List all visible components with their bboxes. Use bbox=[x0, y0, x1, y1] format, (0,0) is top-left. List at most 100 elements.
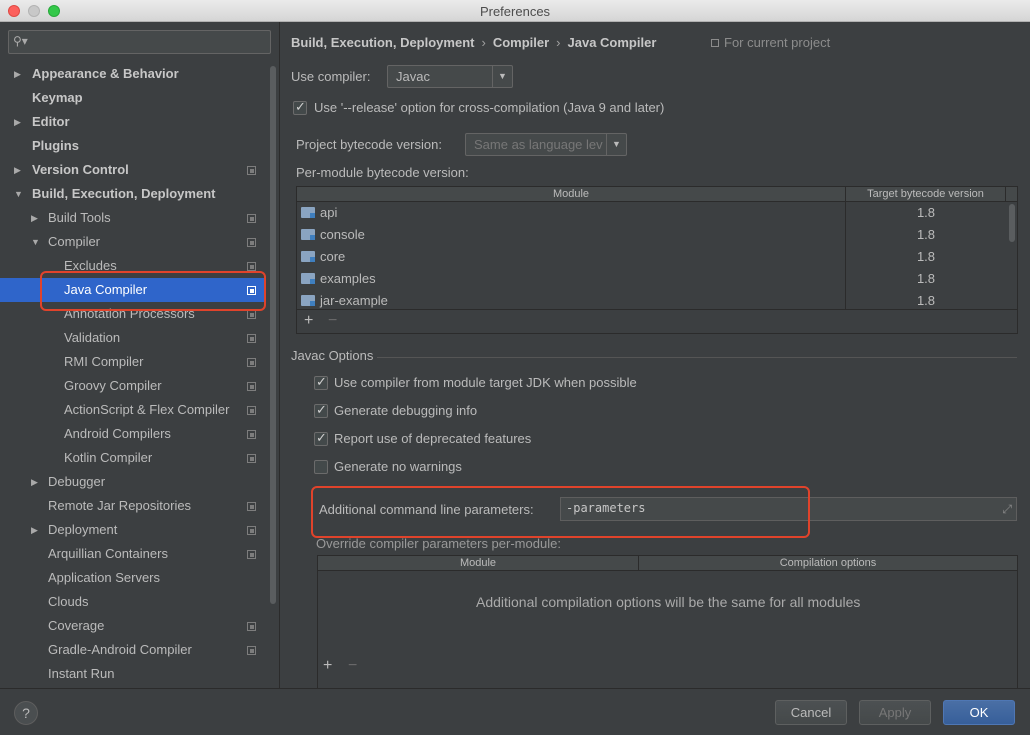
apply-button[interactable]: Apply bbox=[859, 700, 931, 725]
sidebar-item-label: Gradle-Android Compiler bbox=[48, 642, 192, 657]
sidebar-item-editor[interactable]: ▶ Editor bbox=[0, 110, 266, 134]
table-toolbar: + − bbox=[297, 309, 1017, 333]
project-scope-icon bbox=[247, 166, 256, 175]
module-name: api bbox=[320, 205, 338, 220]
sidebar-item-build-execution-deployment[interactable]: ▼ Build, Execution, Deployment bbox=[0, 182, 266, 206]
dialog-footer: ? Cancel Apply OK bbox=[0, 688, 1030, 735]
javac-options-title: Javac Options bbox=[291, 348, 374, 363]
remove-module-button[interactable]: − bbox=[328, 312, 337, 330]
project-scope-icon bbox=[247, 358, 256, 367]
target-version-cell[interactable]: 1.8 bbox=[846, 224, 1006, 246]
sidebar-item-build-tools[interactable]: ▶ Build Tools bbox=[0, 206, 266, 230]
column-header-module[interactable]: Module bbox=[318, 556, 639, 571]
target-version-cell[interactable]: 1.8 bbox=[846, 268, 1006, 290]
breadcrumb: Build, Execution, Deployment › Compiler › Ja… bbox=[291, 35, 656, 50]
sidebar-item-keymap[interactable]: Keymap bbox=[0, 86, 266, 110]
sidebar-item-label: ActionScript & Flex Compiler bbox=[64, 402, 230, 417]
sidebar-item-instant-run[interactable]: Instant Run bbox=[0, 662, 266, 686]
remove-override-button[interactable]: − bbox=[348, 657, 357, 675]
project-scope-icon bbox=[247, 382, 256, 391]
table-row[interactable]: core 1.8 bbox=[297, 246, 1006, 268]
settings-search-input[interactable] bbox=[33, 33, 263, 51]
collapsed-arrow-icon[interactable]: ▶ bbox=[31, 470, 41, 494]
collapsed-arrow-icon[interactable]: ▶ bbox=[31, 518, 41, 542]
module-name: core bbox=[320, 249, 346, 264]
settings-search-box[interactable]: ⚲▾ bbox=[8, 30, 271, 54]
no-warnings-checkbox[interactable] bbox=[314, 460, 328, 474]
cancel-button[interactable]: Cancel bbox=[775, 700, 847, 725]
sidebar-item-deployment[interactable]: ▶ Deployment bbox=[0, 518, 266, 542]
chevron-down-icon[interactable]: ▼ bbox=[492, 66, 512, 87]
sidebar-item-debugger[interactable]: ▶ Debugger bbox=[0, 470, 266, 494]
project-scope-icon bbox=[247, 526, 256, 535]
sidebar-item-groovy-compiler[interactable]: Groovy Compiler bbox=[0, 374, 266, 398]
sidebar-item-actionscript-flex-compiler[interactable]: ActionScript & Flex Compiler bbox=[0, 398, 266, 422]
sidebar-item-coverage[interactable]: Coverage bbox=[0, 614, 266, 638]
sidebar-item-label: RMI Compiler bbox=[64, 354, 144, 369]
expanded-arrow-icon[interactable]: ▼ bbox=[14, 182, 24, 206]
per-module-bytecode-label: Per-module bytecode version: bbox=[296, 165, 469, 180]
debug-info-checkbox[interactable] bbox=[314, 402, 328, 418]
deprecated-features-checkbox[interactable] bbox=[314, 430, 328, 446]
collapsed-arrow-icon[interactable]: ▶ bbox=[14, 62, 24, 86]
add-override-button[interactable]: + bbox=[323, 657, 332, 675]
collapsed-arrow-icon[interactable]: ▶ bbox=[14, 110, 24, 134]
release-option-checkbox[interactable] bbox=[293, 99, 307, 115]
table-row[interactable]: api 1.8 bbox=[297, 202, 1006, 224]
project-bytecode-value: Same as language lev bbox=[474, 137, 603, 152]
use-compiler-select[interactable]: Javac ▼ bbox=[387, 65, 513, 88]
sidebar-item-gradle-android-compiler[interactable]: Gradle-Android Compiler bbox=[0, 638, 266, 662]
help-button[interactable]: ? bbox=[14, 701, 38, 725]
project-scope-icon bbox=[247, 406, 256, 415]
table-row[interactable]: examples 1.8 bbox=[297, 268, 1006, 290]
release-option-label: Use '--release' option for cross-compila… bbox=[314, 100, 665, 115]
override-params-label: Override compiler parameters per-module: bbox=[316, 536, 561, 551]
sidebar-item-kotlin-compiler[interactable]: Kotlin Compiler bbox=[0, 446, 266, 470]
sidebar-item-android-compilers[interactable]: Android Compilers bbox=[0, 422, 266, 446]
sidebar-item-clouds[interactable]: Clouds bbox=[0, 590, 266, 614]
sidebar-item-version-control[interactable]: ▶ Version Control bbox=[0, 158, 266, 182]
chevron-down-icon[interactable]: ▼ bbox=[606, 134, 626, 155]
module-cell: api bbox=[301, 202, 337, 224]
target-version-cell[interactable]: 1.8 bbox=[846, 246, 1006, 268]
sidebar-item-validation[interactable]: Validation bbox=[0, 326, 266, 350]
sidebar-item-application-servers[interactable]: Application Servers bbox=[0, 566, 266, 590]
sidebar-item-rmi-compiler[interactable]: RMI Compiler bbox=[0, 350, 266, 374]
override-params-table: Module Compilation options Additional co… bbox=[317, 555, 1018, 704]
sidebar-scrollbar[interactable] bbox=[270, 66, 276, 604]
sidebar-item-plugins[interactable]: Plugins bbox=[0, 134, 266, 158]
project-bytecode-label: Project bytecode version: bbox=[296, 137, 442, 152]
sidebar-item-compiler[interactable]: ▼ Compiler bbox=[0, 230, 266, 254]
search-icon[interactable]: ⚲▾ bbox=[13, 34, 33, 50]
collapsed-arrow-icon[interactable]: ▶ bbox=[31, 206, 41, 230]
section-divider bbox=[377, 357, 1017, 358]
collapsed-arrow-icon[interactable]: ▶ bbox=[14, 158, 24, 182]
debug-info-label: Generate debugging info bbox=[334, 403, 478, 418]
project-bytecode-select[interactable]: Same as language lev ▼ bbox=[465, 133, 627, 156]
table-scrollbar[interactable] bbox=[1009, 204, 1015, 242]
column-header-module[interactable]: Module bbox=[297, 187, 846, 202]
add-module-button[interactable]: + bbox=[304, 312, 313, 330]
sidebar-item-appearance-behavior[interactable]: ▶ Appearance & Behavior bbox=[0, 62, 266, 86]
module-cell: core bbox=[301, 246, 345, 268]
expand-icon[interactable]: ⤢ bbox=[1002, 502, 1012, 517]
module-folder-icon bbox=[301, 207, 315, 218]
settings-sidebar: ⚲▾ ▶ Appearance & Behavior Keymap ▶ Editor Pl… bbox=[0, 22, 280, 688]
column-header-target-version[interactable]: Target bytecode version bbox=[846, 187, 1006, 202]
sidebar-item-label: Android Compilers bbox=[64, 426, 171, 441]
use-compiler-value: Javac bbox=[396, 69, 430, 84]
sidebar-item-remote-jar-repositories[interactable]: Remote Jar Repositories bbox=[0, 494, 266, 518]
use-module-jdk-checkbox[interactable] bbox=[314, 374, 328, 390]
scope-text: For current project bbox=[724, 35, 831, 50]
target-version-cell[interactable]: 1.8 bbox=[846, 202, 1006, 224]
empty-table-message: Additional compilation options will be t… bbox=[476, 594, 861, 610]
settings-tree: ▶ Appearance & Behavior Keymap ▶ Editor Plugi… bbox=[0, 62, 266, 686]
ok-button[interactable]: OK bbox=[943, 700, 1015, 725]
table-header: Module Compilation options bbox=[318, 556, 1017, 571]
project-scope-icon bbox=[711, 39, 719, 47]
column-header-compilation-options[interactable]: Compilation options bbox=[639, 556, 1017, 571]
sidebar-item-label: Remote Jar Repositories bbox=[48, 498, 192, 513]
table-row[interactable]: console 1.8 bbox=[297, 224, 1006, 246]
expanded-arrow-icon[interactable]: ▼ bbox=[31, 230, 41, 254]
sidebar-item-arquillian-containers[interactable]: Arquillian Containers bbox=[0, 542, 266, 566]
